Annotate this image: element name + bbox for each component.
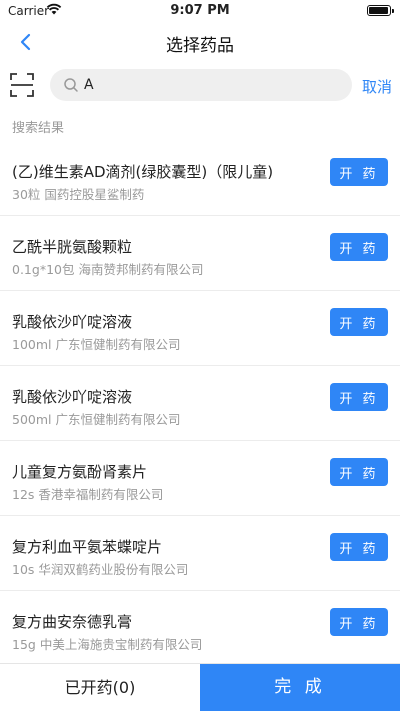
prescribe-button[interactable]: 开 药 <box>330 383 388 411</box>
medicine-spec: 100ml 广东恒健制药有限公司 <box>12 334 180 353</box>
medicine-name: 乳酸依沙吖啶溶液 <box>12 311 132 332</box>
list-item: 乳酸依沙吖啶溶液 500ml 广东恒健制药有限公司 开 药 <box>0 366 400 441</box>
list-item: 乳酸依沙吖啶溶液 100ml 广东恒健制药有限公司 开 药 <box>0 291 400 366</box>
section-label: 搜索结果 <box>12 117 64 136</box>
nav-bar: 选择药品 <box>0 22 400 62</box>
medicine-name: 乳酸依沙吖啶溶液 <box>12 386 132 407</box>
list-item: 儿童复方氨酚肾素片 12s 香港幸福制药有限公司 开 药 <box>0 441 400 516</box>
list-item: 乙酰半胱氨酸颗粒 0.1g*10包 海南赞邦制药有限公司 开 药 <box>0 216 400 291</box>
prescribe-button[interactable]: 开 药 <box>330 458 388 486</box>
list-item: (乙)维生素AD滴剂(绿胶囊型)（限儿童) 30粒 国药控股星鲨制药 开 药 <box>0 141 400 216</box>
medicine-name: (乙)维生素AD滴剂(绿胶囊型)（限儿童) <box>12 161 273 182</box>
medicine-name: 复方曲安奈德乳膏 <box>12 611 132 632</box>
done-button[interactable]: 完 成 <box>200 664 400 711</box>
medicine-spec: 12s 香港幸福制药有限公司 <box>12 484 163 503</box>
medicine-spec: 10s 华润双鹤药业股份有限公司 <box>12 559 188 578</box>
result-list: (乙)维生素AD滴剂(绿胶囊型)（限儿童) 30粒 国药控股星鲨制药 开 药 乙… <box>0 141 400 666</box>
page-title: 选择药品 <box>0 31 400 56</box>
medicine-spec: 0.1g*10包 海南赞邦制药有限公司 <box>12 259 203 278</box>
status-time: 9:07 PM <box>0 3 400 18</box>
status-bar: Carrier 9:07 PM <box>0 0 400 22</box>
bottom-bar: 已开药(0) 完 成 <box>0 663 400 710</box>
medicine-spec: 30粒 国药控股星鲨制药 <box>12 184 144 203</box>
prescribe-button[interactable]: 开 药 <box>330 233 388 261</box>
battery-icon <box>367 5 391 16</box>
search-box[interactable] <box>50 69 352 101</box>
medicine-spec: 15g 中美上海施贵宝制药有限公司 <box>12 634 202 653</box>
medicine-name: 儿童复方氨酚肾素片 <box>12 461 147 482</box>
search-input[interactable] <box>84 69 339 101</box>
cancel-button[interactable]: 取消 <box>362 76 392 97</box>
prescribe-button[interactable]: 开 药 <box>330 533 388 561</box>
prescribed-list-button[interactable]: 已开药(0) <box>0 664 200 711</box>
search-row: 取消 <box>0 62 400 108</box>
prescribe-button[interactable]: 开 药 <box>330 308 388 336</box>
medicine-spec: 500ml 广东恒健制药有限公司 <box>12 409 180 428</box>
prescribe-button[interactable]: 开 药 <box>330 608 388 636</box>
medicine-name: 复方利血平氨苯蝶啶片 <box>12 536 162 557</box>
list-item: 复方曲安奈德乳膏 15g 中美上海施贵宝制药有限公司 开 药 <box>0 591 400 666</box>
scan-icon[interactable] <box>8 71 36 99</box>
search-icon <box>63 77 79 97</box>
list-item: 复方利血平氨苯蝶啶片 10s 华润双鹤药业股份有限公司 开 药 <box>0 516 400 591</box>
prescribe-button[interactable]: 开 药 <box>330 158 388 186</box>
medicine-name: 乙酰半胱氨酸颗粒 <box>12 236 132 257</box>
